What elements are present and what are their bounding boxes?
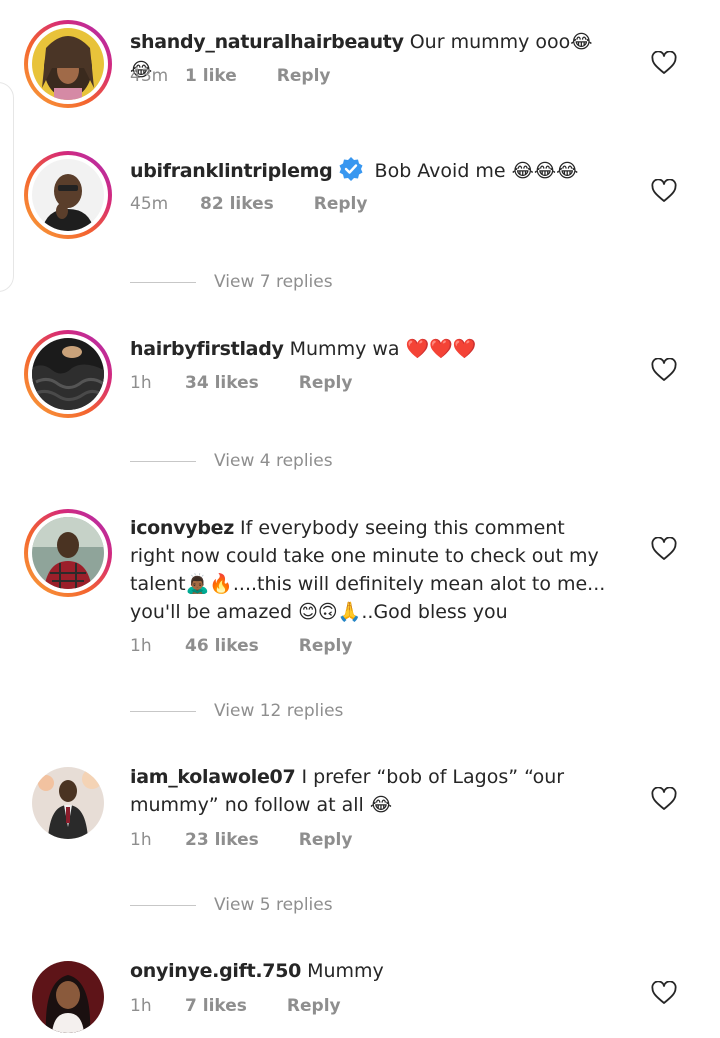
view-replies-button[interactable]: View 7 replies: [130, 270, 333, 294]
comment-emoji: 🙇🏾‍♂️🔥: [185, 573, 233, 595]
reply-button[interactable]: Reply: [277, 66, 331, 86]
comment-likes[interactable]: 7 likes: [185, 996, 247, 1016]
comment-likes[interactable]: 46 likes: [185, 636, 259, 656]
reply-button[interactable]: Reply: [299, 830, 353, 850]
comment-body: iam_kolawole07 I prefer “bob of Lagos” “…: [130, 763, 610, 819]
comment-likes[interactable]: 82 likes: [200, 194, 274, 214]
reply-button[interactable]: Reply: [299, 373, 353, 393]
comment-likes[interactable]: 34 likes: [185, 373, 259, 393]
heart-outline-icon[interactable]: [651, 536, 677, 561]
reply-button[interactable]: Reply: [314, 194, 368, 214]
comment-username[interactable]: hairbyfirstlady: [130, 338, 284, 360]
comment-username[interactable]: ubifranklintriplemg: [130, 160, 333, 182]
heart-outline-icon[interactable]: [651, 178, 677, 203]
comment-text: Mummy: [307, 960, 384, 982]
avatar[interactable]: [24, 20, 112, 108]
comment-username[interactable]: iconvybez: [130, 517, 234, 539]
comment-body: ubifranklintriplemg Bob Avoid me 😂😂😂: [130, 156, 610, 190]
view-replies-button[interactable]: View 12 replies: [130, 699, 343, 723]
comment-body: onyinye.gift.750 Mummy: [130, 957, 610, 985]
comment-time: 45m: [130, 194, 169, 214]
comment-time: 1h: [130, 830, 152, 850]
comment-meta: 43m 1 like Reply: [130, 66, 330, 86]
comment-meta: 1h 46 likes Reply: [130, 636, 352, 656]
comment-body: iconvybez If everybody seeing this comme…: [130, 514, 610, 626]
avatar[interactable]: [32, 961, 104, 1033]
comment-meta: 45m 82 likes Reply: [130, 194, 367, 214]
avatar[interactable]: [24, 151, 112, 239]
comment-body: hairbyfirstlady Mummy wa ❤️❤️❤️: [130, 335, 610, 363]
view-replies-label: View 5 replies: [214, 895, 333, 915]
comment-likes[interactable]: 23 likes: [185, 830, 259, 850]
view-replies-label: View 7 replies: [214, 272, 333, 292]
comment-username[interactable]: shandy_naturalhairbeauty: [130, 31, 404, 53]
avatar[interactable]: [24, 509, 112, 597]
comment-time: 1h: [130, 636, 152, 656]
comment-emoji: 😊🙃🙏: [298, 601, 362, 623]
view-replies-button[interactable]: View 5 replies: [130, 893, 333, 917]
view-replies-label: View 12 replies: [214, 701, 344, 721]
heart-outline-icon[interactable]: [651, 357, 677, 382]
avatar[interactable]: [24, 330, 112, 418]
avatar[interactable]: [32, 767, 104, 839]
comment-meta: 1h 34 likes Reply: [130, 373, 352, 393]
comment-time: 43m: [130, 66, 169, 86]
comment-meta: 1h 23 likes Reply: [130, 830, 352, 850]
comment-time: 1h: [130, 373, 152, 393]
divider: [130, 710, 196, 712]
reply-button[interactable]: Reply: [299, 636, 353, 656]
comment-text: ..God bless you: [361, 601, 508, 623]
side-panel-edge: [0, 82, 14, 292]
comment-likes[interactable]: 1 like: [185, 66, 237, 86]
comment-time: 1h: [130, 996, 152, 1016]
comment-username[interactable]: iam_kolawole07: [130, 766, 296, 788]
comment-username[interactable]: onyinye.gift.750: [130, 960, 301, 982]
view-replies-button[interactable]: View 4 replies: [130, 449, 333, 473]
divider: [130, 460, 196, 462]
heart-outline-icon[interactable]: [651, 980, 677, 1005]
divider: [130, 904, 196, 906]
reply-button[interactable]: Reply: [287, 996, 341, 1016]
comment-text: Our mummy ooo: [409, 31, 571, 53]
view-replies-label: View 4 replies: [214, 451, 333, 471]
divider: [130, 281, 196, 283]
comment-emoji: 😂: [369, 794, 393, 816]
comment-meta: 1h 7 likes Reply: [130, 996, 341, 1016]
comment-text: Mummy wa: [289, 338, 400, 360]
comment-text: Bob Avoid me: [374, 160, 506, 182]
comment-emoji: ❤️❤️❤️: [405, 338, 477, 360]
heart-outline-icon[interactable]: [651, 50, 677, 75]
verified-badge-icon: [338, 156, 364, 190]
comment-emoji: 😂😂😂: [511, 160, 579, 182]
heart-outline-icon[interactable]: [651, 786, 677, 811]
